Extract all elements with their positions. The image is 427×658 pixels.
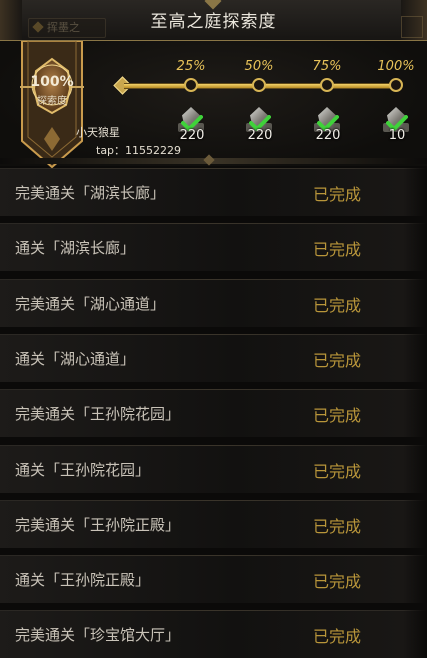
task-row[interactable]: 通关「湖滨长廊」 已完成 xyxy=(0,223,427,271)
exploration-badge: 100% 探索度 xyxy=(20,41,84,169)
watermark-tap: tap：11552229 xyxy=(96,144,182,157)
task-row[interactable]: 通关「王孙院花园」 已完成 xyxy=(0,445,427,493)
task-row[interactable]: 完美通关「王孙院正殿」 已完成 xyxy=(0,500,427,548)
milestone-label: 25% xyxy=(176,59,206,74)
task-status: 已完成 xyxy=(313,185,362,204)
task-status: 已完成 xyxy=(313,296,362,315)
task-name: 完美通关「王孙院花园」 xyxy=(15,405,181,423)
milestone-reward[interactable]: 220 xyxy=(242,103,278,143)
task-name: 完美通关「王孙院正殿」 xyxy=(15,516,181,534)
task-row[interactable]: 完美通关「王孙院花园」 已完成 xyxy=(0,389,427,437)
task-name: 通关「湖滨长廊」 xyxy=(15,239,136,257)
milestone-reward[interactable]: 220 xyxy=(174,103,210,143)
task-status: 已完成 xyxy=(313,240,362,259)
watermark-name: 小天狼星 xyxy=(76,126,120,139)
task-name: 通关「王孙院花园」 xyxy=(15,461,151,479)
milestone-node xyxy=(252,78,266,92)
milestone-reward[interactable]: 220 xyxy=(310,103,346,143)
task-name: 完美通关「湖心通道」 xyxy=(15,295,166,313)
task-name: 完美通关「湖滨长廊」 xyxy=(15,184,166,202)
task-status: 已完成 xyxy=(313,406,362,425)
panel-divider xyxy=(0,158,427,164)
milestone-label: 50% xyxy=(244,59,274,74)
badge-percent: 100% xyxy=(30,74,74,90)
milestone-node xyxy=(389,78,403,92)
task-row[interactable]: 通关「王孙院正殿」 已完成 xyxy=(0,555,427,603)
badge-label: 探索度 xyxy=(37,96,67,107)
exploration-progress-panel: 100% 探索度 25% 220 50% 220 75% 220 100% 10 小天狼星 t… xyxy=(0,41,427,169)
task-row[interactable]: 通关「湖心通道」 已完成 xyxy=(0,334,427,382)
reward-quantity: 220 xyxy=(315,128,341,143)
page-title: 至高之庭探索度 xyxy=(150,12,277,32)
task-name: 通关「湖心通道」 xyxy=(15,350,136,368)
reward-quantity: 10 xyxy=(388,128,406,143)
reward-quantity: 220 xyxy=(179,128,205,143)
task-status: 已完成 xyxy=(313,572,362,591)
task-status: 已完成 xyxy=(313,517,362,536)
milestone-node xyxy=(184,78,198,92)
task-row[interactable]: 完美通关「珍宝馆大厅」 已完成 xyxy=(0,610,427,658)
task-row[interactable]: 完美通关「湖滨长廊」 已完成 xyxy=(0,168,427,216)
task-status: 已完成 xyxy=(313,627,362,646)
milestone-reward[interactable]: 10 xyxy=(379,103,415,143)
task-name: 通关「王孙院正殿」 xyxy=(15,571,151,589)
milestone-node xyxy=(320,78,334,92)
milestone-label: 75% xyxy=(312,59,342,74)
task-status: 已完成 xyxy=(313,351,362,370)
task-row[interactable]: 完美通关「湖心通道」 已完成 xyxy=(0,279,427,327)
title-bar: 挥墨之 至高之庭探索度 xyxy=(0,0,427,41)
reward-quantity: 220 xyxy=(247,128,273,143)
task-status: 已完成 xyxy=(313,462,362,481)
milestone-label: 100% xyxy=(377,59,415,74)
